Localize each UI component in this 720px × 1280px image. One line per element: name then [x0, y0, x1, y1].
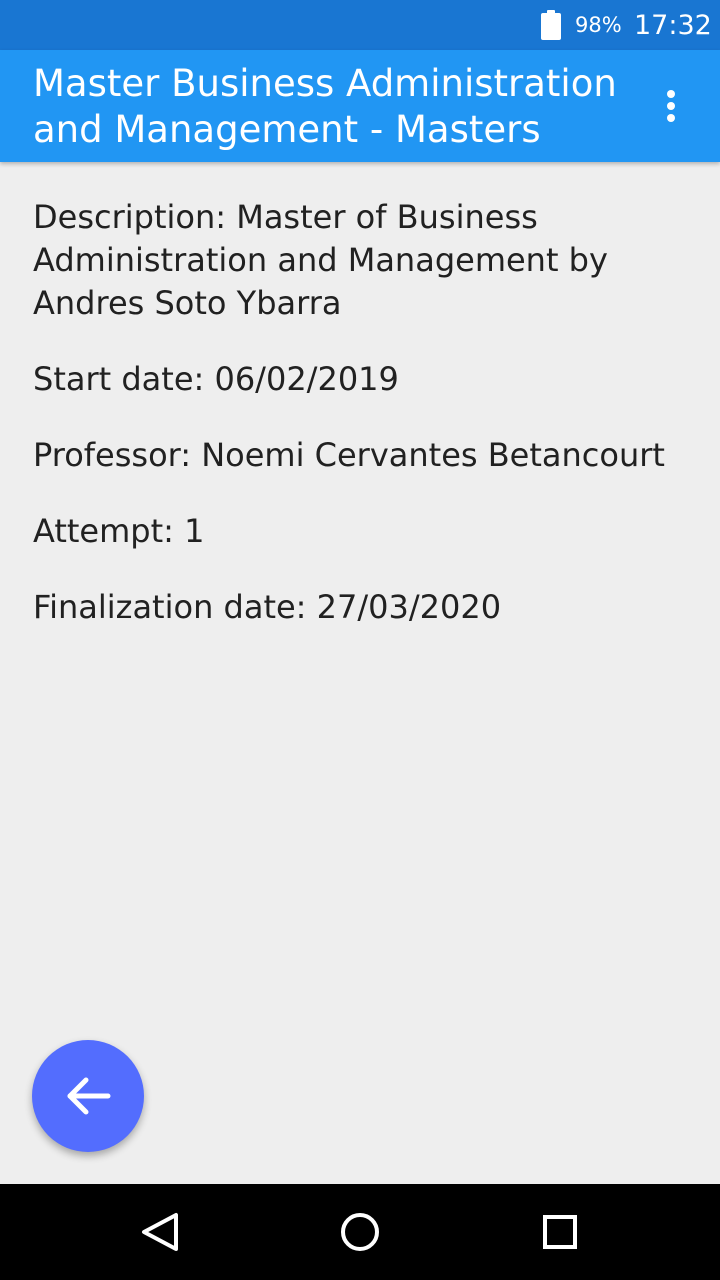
battery-percent: 98% — [575, 13, 622, 37]
start-date-text: Start date: 06/02/2019 — [33, 360, 399, 398]
page-title: Master Business Administration and Manag… — [33, 62, 617, 151]
professor-text: Professor: Noemi Cervantes Betancourt — [33, 436, 665, 474]
battery-icon — [541, 10, 561, 40]
arrow-back-icon — [67, 1077, 111, 1115]
back-triangle-icon[interactable] — [136, 1208, 184, 1256]
details-list: Description: Master of Business Administ… — [33, 196, 693, 662]
status-bar: 98% 17:32 — [0, 0, 720, 50]
home-circle-icon[interactable] — [336, 1208, 384, 1256]
clock: 17:32 — [634, 10, 712, 41]
description-text: Description: Master of Business Administ… — [33, 198, 608, 322]
navigation-bar — [0, 1184, 720, 1280]
back-fab-button[interactable] — [32, 1040, 144, 1152]
recents-square-icon[interactable] — [536, 1208, 584, 1256]
app-bar: Master Business Administration and Manag… — [0, 50, 720, 162]
attempt-text: Attempt: 1 — [33, 512, 205, 550]
finalization-date-text: Finalization date: 27/03/2020 — [33, 588, 502, 626]
more-vert-icon[interactable] — [652, 78, 692, 134]
